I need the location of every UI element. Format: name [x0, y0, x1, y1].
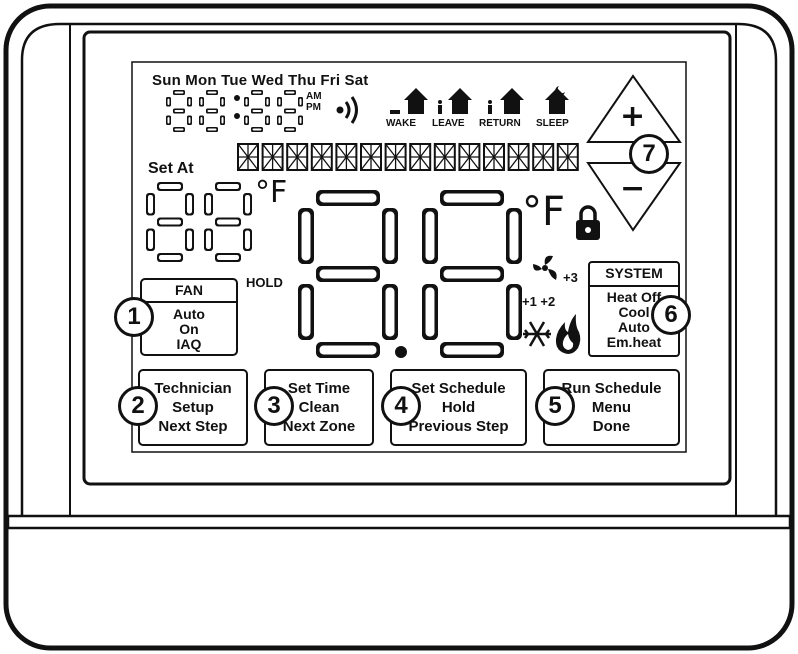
- button-1-line-3: Next Step: [158, 418, 228, 435]
- callout-2: 2: [118, 386, 158, 426]
- temp-up-button[interactable]: +: [600, 82, 666, 140]
- fan-stage-bottom: +1 +2: [522, 294, 556, 309]
- bottom-ledge: [6, 514, 792, 530]
- fan-option-auto[interactable]: Auto: [141, 307, 237, 322]
- callout-4: 4: [381, 386, 421, 426]
- minus-icon: −: [620, 171, 646, 206]
- system-title: SYSTEM: [605, 265, 663, 281]
- period-sleep: SLEEP: [536, 118, 569, 129]
- text-segment-char: [483, 143, 505, 171]
- main-temp-unit: °F: [522, 189, 566, 235]
- text-segment-char: [384, 143, 407, 171]
- clock-colon: [234, 113, 240, 119]
- temp-down-button[interactable]: −: [600, 166, 666, 224]
- plus-icon: +: [620, 99, 646, 134]
- text-segment-char: [237, 143, 259, 171]
- period-leave: LEAVE: [432, 118, 465, 129]
- text-segment-char: [507, 143, 530, 171]
- set-at-unit: °F: [255, 175, 288, 210]
- text-segment-char: [261, 143, 284, 171]
- am-label: AM: [306, 91, 322, 102]
- fan-stage-top: +3: [563, 270, 578, 285]
- clock-colon: [234, 95, 240, 101]
- set-at-label: Set At: [148, 160, 194, 177]
- text-segment-char: [360, 143, 382, 171]
- text-segment-char: [310, 143, 333, 171]
- pm-label: PM: [306, 102, 321, 113]
- callout-5: 5: [535, 386, 575, 426]
- text-segment-char: [409, 143, 432, 171]
- hold-label: HOLD: [246, 275, 283, 290]
- fan-option-iaq[interactable]: IAQ: [141, 337, 237, 352]
- text-segment-char: [286, 143, 309, 171]
- system-option-em-heat[interactable]: Em.heat: [589, 335, 679, 350]
- decimal-point: [395, 346, 407, 358]
- text-segment-char: [556, 143, 579, 171]
- period-return: RETURN: [479, 118, 521, 129]
- text-segment-char: [532, 143, 555, 171]
- text-segment-char: [335, 143, 358, 171]
- text-segment-char: [433, 143, 456, 171]
- callout-7: 7: [629, 134, 669, 174]
- text-segment-char: [458, 143, 481, 171]
- period-wake: WAKE: [386, 118, 416, 129]
- fan-title: FAN: [175, 282, 203, 298]
- callout-6: 6: [651, 295, 691, 335]
- fan-option-on[interactable]: On: [141, 322, 237, 337]
- callout-3: 3: [254, 386, 294, 426]
- weekday-labels: Sun Mon Tue Wed Thu Fri Sat: [152, 72, 369, 89]
- callout-1: 1: [114, 297, 154, 337]
